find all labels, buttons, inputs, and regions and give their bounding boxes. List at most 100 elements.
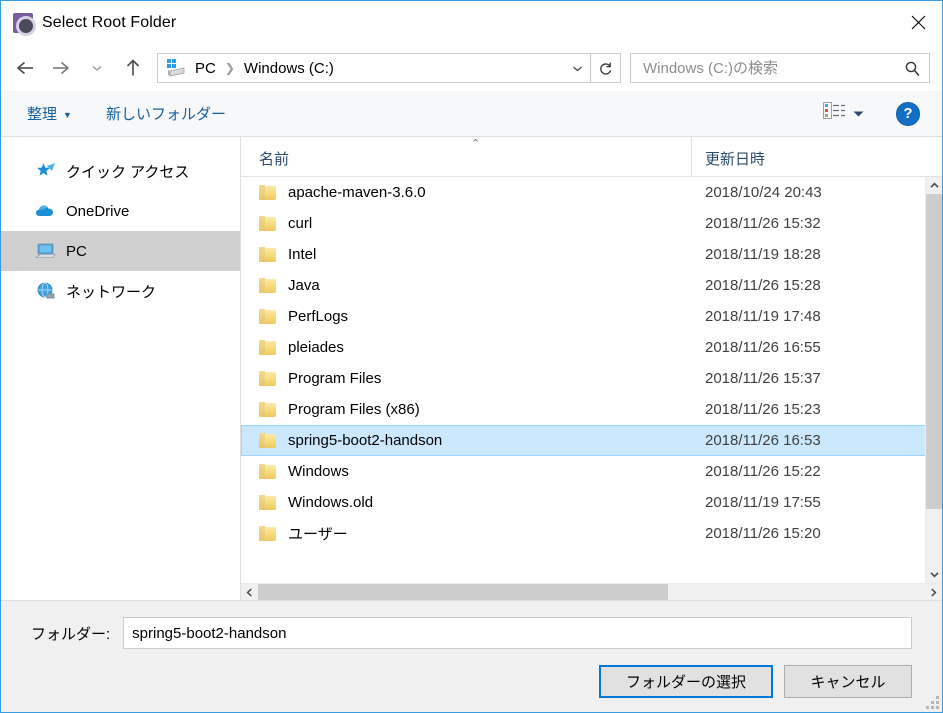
- navigation-sidebar: クイック アクセス OneDrive PC ネットワーク: [1, 137, 241, 600]
- folder-icon: [259, 526, 276, 541]
- file-row-date: 2018/10/24 20:43: [705, 184, 822, 201]
- folder-icon: [259, 247, 276, 262]
- file-row-name-label: spring5-boot2-handson: [288, 432, 443, 449]
- table-row[interactable]: apache-maven-3.6.0 2018/10/24 20:43: [241, 177, 942, 208]
- file-row-name-label: curl: [288, 215, 313, 232]
- select-folder-button[interactable]: フォルダーの選択: [599, 665, 773, 698]
- sort-ascending-icon: ⌃: [471, 138, 481, 150]
- folder-name-row: フォルダー:: [31, 617, 912, 649]
- organize-button[interactable]: 整理 ▼: [19, 98, 80, 129]
- vertical-scrollbar-thumb[interactable]: [926, 194, 942, 509]
- table-row[interactable]: Windows 2018/11/26 15:22: [241, 456, 942, 487]
- search-input[interactable]: [631, 59, 895, 77]
- file-row-name: Program Files (x86): [242, 401, 692, 418]
- file-row-date: 2018/11/26 15:32: [705, 215, 821, 232]
- table-row[interactable]: Intel 2018/11/19 18:28: [241, 239, 942, 270]
- file-row-name-label: ユーザー: [288, 526, 348, 543]
- horizontal-scrollbar[interactable]: [241, 583, 942, 600]
- details-view-icon: [823, 101, 845, 126]
- folder-icon: [259, 185, 276, 200]
- table-row[interactable]: PerfLogs 2018/11/19 17:48: [241, 301, 942, 332]
- table-row[interactable]: Java 2018/11/26 15:28: [241, 270, 942, 301]
- column-header-name[interactable]: 名前: [241, 137, 691, 176]
- horizontal-scrollbar-track[interactable]: [668, 584, 925, 600]
- scroll-up-button[interactable]: [926, 177, 942, 194]
- address-bar[interactable]: PC ❯ Windows (C:): [157, 53, 591, 83]
- search-box[interactable]: [630, 53, 930, 83]
- toolbar-right-group: ?: [817, 97, 932, 130]
- scroll-right-button[interactable]: [925, 584, 942, 600]
- table-row[interactable]: curl 2018/11/26 15:32: [241, 208, 942, 239]
- folder-icon: [259, 371, 276, 386]
- column-header-date-label: 更新日時: [705, 151, 766, 168]
- file-row-date: 2018/11/26 15:20: [705, 525, 821, 542]
- vertical-scrollbar-track-bottom[interactable]: [926, 509, 942, 566]
- column-header-date-modified[interactable]: 更新日時: [691, 137, 942, 176]
- folder-icon: [259, 278, 276, 293]
- table-row[interactable]: ユーザー 2018/11/26 15:20: [241, 518, 942, 549]
- star-pin-icon: [35, 161, 57, 181]
- file-row-date: 2018/11/26 16:53: [705, 432, 821, 449]
- file-row-name: curl: [242, 215, 692, 232]
- navigation-bar: PC ❯ Windows (C:): [1, 45, 942, 91]
- file-row-name-label: Java: [288, 277, 320, 294]
- sidebar-item-onedrive[interactable]: OneDrive: [1, 191, 240, 231]
- sidebar-item-pc[interactable]: PC: [1, 231, 240, 271]
- scroll-down-button[interactable]: [926, 566, 942, 583]
- sidebar-item-network[interactable]: ネットワーク: [1, 271, 240, 311]
- cloud-icon: [35, 201, 57, 221]
- vertical-scrollbar[interactable]: [925, 177, 942, 583]
- new-folder-button[interactable]: 新しいフォルダー: [98, 98, 234, 129]
- windows-drive-icon: [167, 59, 187, 77]
- refresh-icon[interactable]: [591, 53, 621, 83]
- file-row-name-label: PerfLogs: [288, 308, 349, 325]
- recent-locations-chevron-down-icon[interactable]: [79, 52, 115, 84]
- file-row-name: Java: [242, 277, 692, 294]
- view-options-button[interactable]: [817, 97, 870, 130]
- file-row-date: 2018/11/26 15:28: [705, 277, 821, 294]
- help-icon[interactable]: ?: [896, 101, 920, 126]
- file-row-name-label: Windows.old: [288, 494, 374, 511]
- dialog-body: クイック アクセス OneDrive PC ネットワーク 名前 更新日時 ⌃ a…: [1, 137, 942, 600]
- file-row-name: Windows: [242, 463, 692, 480]
- scroll-left-button[interactable]: [241, 584, 258, 600]
- table-row[interactable]: Program Files 2018/11/26 15:37: [241, 363, 942, 394]
- file-list-pane: 名前 更新日時 ⌃ apache-maven-3.6.0 2018/10/24 2…: [241, 137, 942, 600]
- file-list-rows: apache-maven-3.6.0 2018/10/24 20:43 curl 20…: [241, 177, 942, 583]
- file-row-name: pleiades: [242, 339, 692, 356]
- breadcrumb-pc[interactable]: PC: [193, 60, 218, 77]
- file-row-name-label: Program Files: [288, 370, 382, 387]
- file-row-name: spring5-boot2-handson: [242, 432, 692, 449]
- breadcrumb-separator: ❯: [224, 61, 235, 75]
- sidebar-item-label: OneDrive: [66, 202, 130, 220]
- up-one-level-button[interactable]: [115, 52, 151, 84]
- table-row[interactable]: pleiades 2018/11/26 16:55: [241, 332, 942, 363]
- view-chevron-down-icon: [853, 105, 864, 123]
- table-row[interactable]: Program Files (x86) 2018/11/26 15:23: [241, 394, 942, 425]
- gear-purple-icon: [13, 13, 36, 36]
- back-button[interactable]: [7, 52, 43, 84]
- table-row[interactable]: spring5-boot2-handson 2018/11/26 16:53: [241, 425, 942, 456]
- file-list-header: 名前 更新日時 ⌃: [241, 137, 942, 177]
- organize-label: 整理: [27, 106, 58, 123]
- close-icon[interactable]: [895, 2, 941, 43]
- file-row-name: Windows.old: [242, 494, 692, 511]
- breadcrumb-windows-c[interactable]: Windows (C:): [242, 60, 336, 77]
- file-row-name: PerfLogs: [242, 308, 692, 325]
- file-list-rows-area: apache-maven-3.6.0 2018/10/24 20:43 curl 20…: [241, 177, 942, 583]
- file-row-name-label: Windows: [288, 463, 349, 480]
- column-header-name-label: 名前: [259, 151, 290, 168]
- cancel-button[interactable]: キャンセル: [784, 665, 912, 698]
- file-row-date: 2018/11/26 15:22: [705, 463, 821, 480]
- horizontal-scrollbar-thumb[interactable]: [258, 584, 668, 600]
- table-row[interactable]: Windows.old 2018/11/19 17:55: [241, 487, 942, 518]
- file-row-name: Intel: [242, 246, 692, 263]
- folder-icon: [259, 309, 276, 324]
- file-row-name-label: apache-maven-3.6.0: [288, 184, 426, 201]
- address-chevron-down-icon[interactable]: [564, 54, 590, 82]
- forward-button[interactable]: [43, 52, 79, 84]
- sidebar-item-quick-access[interactable]: クイック アクセス: [1, 151, 240, 191]
- folder-name-input[interactable]: [123, 617, 912, 649]
- search-icon[interactable]: [895, 54, 929, 82]
- file-row-date: 2018/11/19 17:55: [705, 494, 821, 511]
